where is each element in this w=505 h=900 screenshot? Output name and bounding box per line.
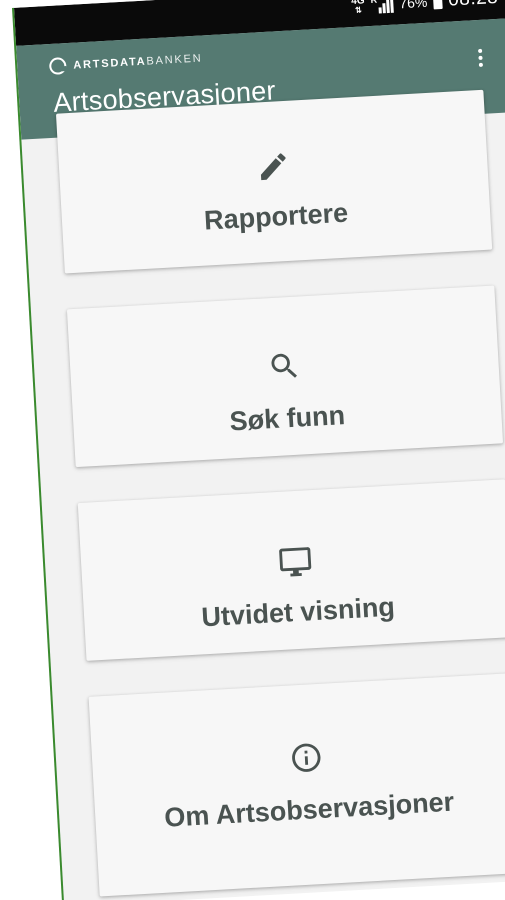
- monitor-icon: [279, 547, 312, 577]
- report-card[interactable]: Rapportere: [55, 89, 493, 274]
- brand-name-light: BANKEN: [146, 51, 203, 68]
- pencil-icon: [260, 153, 286, 181]
- brand-name-bold: ARTSDATA: [72, 55, 147, 72]
- battery-icon: [432, 0, 443, 9]
- search-findings-label: Søk funn: [228, 400, 346, 437]
- network-indicator: 4G ⇅: [351, 0, 365, 15]
- roaming-indicator: R: [370, 0, 377, 5]
- status-clock: 08.28: [448, 0, 499, 12]
- extended-view-card[interactable]: Utvidet visning: [77, 479, 505, 661]
- brand-name: ARTSDATABANKEN: [73, 52, 203, 71]
- page: 4G ⇅ R 76% 08.28 ARTSDATABANKEN: [0, 0, 505, 900]
- search-findings-card[interactable]: Søk funn: [66, 285, 504, 468]
- about-label: Om Artsobservasjoner: [163, 786, 455, 833]
- report-label: Rapportere: [203, 197, 349, 236]
- about-card[interactable]: Om Artsobservasjoner: [88, 672, 505, 897]
- signal-icon: R: [370, 0, 394, 14]
- status-icons: 4G ⇅ R 76% 08.28: [351, 0, 499, 17]
- artsdatabanken-logo-icon: [48, 57, 67, 75]
- more-vert-icon: [478, 48, 483, 54]
- battery-percent: 76%: [398, 0, 428, 12]
- main-menu: Rapportere Søk funn Utvidet visning Om A…: [21, 89, 505, 900]
- search-icon: [271, 353, 297, 378]
- brand: ARTSDATABANKEN: [48, 49, 203, 75]
- more-options-button[interactable]: [473, 44, 489, 73]
- phone-screen: 4G ⇅ R 76% 08.28 ARTSDATABANKEN: [12, 0, 505, 900]
- info-icon: [292, 743, 321, 772]
- extended-view-label: Utvidet visning: [200, 591, 396, 633]
